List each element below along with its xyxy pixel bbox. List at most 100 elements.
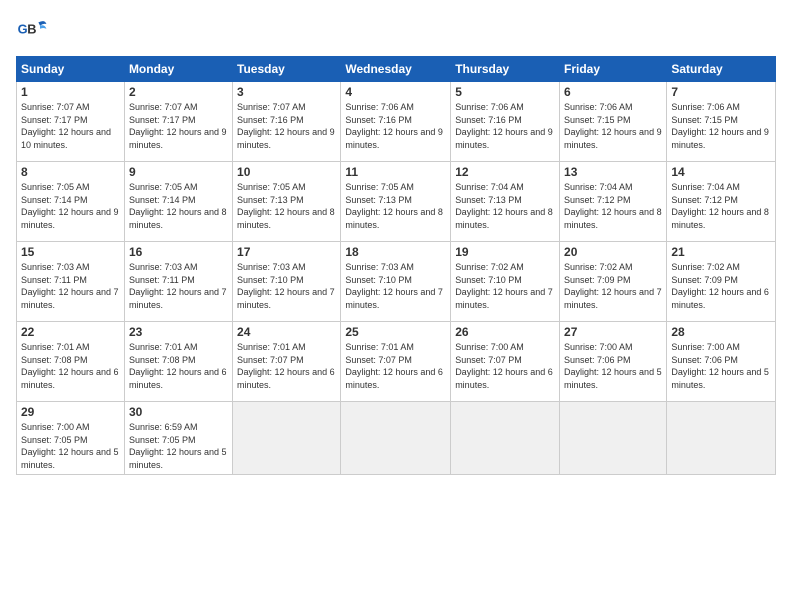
day-info: Sunrise: 7:07 AMSunset: 7:17 PMDaylight:… — [129, 101, 228, 151]
col-saturday: Saturday — [667, 57, 776, 82]
day-info: Sunrise: 7:06 AMSunset: 7:15 PMDaylight:… — [564, 101, 662, 151]
calendar-cell: 24 Sunrise: 7:01 AMSunset: 7:07 PMDayligh… — [233, 322, 341, 402]
calendar-cell: 22 Sunrise: 7:01 AMSunset: 7:08 PMDayligh… — [17, 322, 125, 402]
calendar-cell: 15 Sunrise: 7:03 AMSunset: 7:11 PMDayligh… — [17, 242, 125, 322]
calendar-cell: 7Sunrise: 7:06 AMSunset: 7:15 PMDaylight… — [667, 82, 776, 162]
day-number: 9 — [129, 165, 228, 179]
calendar-cell: 29 Sunrise: 7:00 AMSunset: 7:05 PMDayligh… — [17, 402, 125, 475]
col-friday: Friday — [560, 57, 667, 82]
header: G B — [16, 16, 776, 48]
svg-text:B: B — [27, 22, 36, 37]
calendar-week-5: 29 Sunrise: 7:00 AMSunset: 7:05 PMDayligh… — [17, 402, 776, 475]
day-number: 28 — [671, 325, 771, 339]
day-info: Sunrise: 7:04 AMSunset: 7:12 PMDaylight:… — [671, 181, 771, 231]
day-number: 11 — [345, 165, 446, 179]
day-number: 10 — [237, 165, 336, 179]
day-number: 18 — [345, 245, 446, 259]
day-info: Sunrise: 6:59 AMSunset: 7:05 PMDaylight:… — [129, 421, 228, 471]
calendar-cell: 27Sunrise: 7:00 AMSunset: 7:06 PMDayligh… — [560, 322, 667, 402]
day-number: 24 — [237, 325, 336, 339]
day-info: Sunrise: 7:06 AMSunset: 7:16 PMDaylight:… — [345, 101, 446, 151]
svg-text:G: G — [18, 22, 28, 37]
day-number: 23 — [129, 325, 228, 339]
day-info: Sunrise: 7:03 AMSunset: 7:10 PMDaylight:… — [237, 261, 336, 311]
col-thursday: Thursday — [451, 57, 560, 82]
calendar-cell: 9 Sunrise: 7:05 AMSunset: 7:14 PMDaylight… — [124, 162, 232, 242]
day-number: 22 — [21, 325, 120, 339]
calendar-cell: 6 Sunrise: 7:06 AMSunset: 7:15 PMDaylight… — [560, 82, 667, 162]
day-info: Sunrise: 7:05 AMSunset: 7:13 PMDaylight:… — [237, 181, 336, 231]
day-info: Sunrise: 7:00 AMSunset: 7:07 PMDaylight:… — [455, 341, 555, 391]
day-info: Sunrise: 7:01 AMSunset: 7:08 PMDaylight:… — [129, 341, 228, 391]
day-info: Sunrise: 7:05 AMSunset: 7:14 PMDaylight:… — [129, 181, 228, 231]
calendar-cell: 4 Sunrise: 7:06 AMSunset: 7:16 PMDaylight… — [341, 82, 451, 162]
col-sunday: Sunday — [17, 57, 125, 82]
day-number: 17 — [237, 245, 336, 259]
calendar-cell: 25Sunrise: 7:01 AMSunset: 7:07 PMDayligh… — [341, 322, 451, 402]
day-info: Sunrise: 7:05 AMSunset: 7:14 PMDaylight:… — [21, 181, 120, 231]
calendar-cell: 2 Sunrise: 7:07 AMSunset: 7:17 PMDaylight… — [124, 82, 232, 162]
col-wednesday: Wednesday — [341, 57, 451, 82]
calendar-week-3: 15 Sunrise: 7:03 AMSunset: 7:11 PMDayligh… — [17, 242, 776, 322]
day-number: 6 — [564, 85, 662, 99]
day-number: 13 — [564, 165, 662, 179]
calendar-cell — [560, 402, 667, 475]
col-tuesday: Tuesday — [233, 57, 341, 82]
day-number: 4 — [345, 85, 446, 99]
day-number: 16 — [129, 245, 228, 259]
calendar-week-4: 22 Sunrise: 7:01 AMSunset: 7:08 PMDayligh… — [17, 322, 776, 402]
day-info: Sunrise: 7:03 AMSunset: 7:10 PMDaylight:… — [345, 261, 446, 311]
day-number: 20 — [564, 245, 662, 259]
day-number: 14 — [671, 165, 771, 179]
calendar-week-2: 8Sunrise: 7:05 AMSunset: 7:14 PMDaylight… — [17, 162, 776, 242]
calendar-cell: 14 Sunrise: 7:04 AMSunset: 7:12 PMDayligh… — [667, 162, 776, 242]
calendar-cell: 23 Sunrise: 7:01 AMSunset: 7:08 PMDayligh… — [124, 322, 232, 402]
day-number: 12 — [455, 165, 555, 179]
calendar-cell — [341, 402, 451, 475]
col-monday: Monday — [124, 57, 232, 82]
calendar-cell — [667, 402, 776, 475]
calendar-cell: 21Sunrise: 7:02 AMSunset: 7:09 PMDayligh… — [667, 242, 776, 322]
calendar-cell: 1Sunrise: 7:07 AMSunset: 7:17 PMDaylight… — [17, 82, 125, 162]
calendar-cell: 26Sunrise: 7:00 AMSunset: 7:07 PMDayligh… — [451, 322, 560, 402]
calendar-cell: 20 Sunrise: 7:02 AMSunset: 7:09 PMDayligh… — [560, 242, 667, 322]
day-info: Sunrise: 7:00 AMSunset: 7:06 PMDaylight:… — [671, 341, 771, 391]
calendar-cell: 19 Sunrise: 7:02 AMSunset: 7:10 PMDayligh… — [451, 242, 560, 322]
day-info: Sunrise: 7:06 AMSunset: 7:16 PMDaylight:… — [455, 101, 555, 151]
day-info: Sunrise: 7:01 AMSunset: 7:07 PMDaylight:… — [237, 341, 336, 391]
day-info: Sunrise: 7:05 AMSunset: 7:13 PMDaylight:… — [345, 181, 446, 231]
calendar-cell: 18 Sunrise: 7:03 AMSunset: 7:10 PMDayligh… — [341, 242, 451, 322]
calendar-cell: 13Sunrise: 7:04 AMSunset: 7:12 PMDayligh… — [560, 162, 667, 242]
day-number: 15 — [21, 245, 120, 259]
day-number: 19 — [455, 245, 555, 259]
day-number: 5 — [455, 85, 555, 99]
day-number: 30 — [129, 405, 228, 419]
calendar-cell: 8Sunrise: 7:05 AMSunset: 7:14 PMDaylight… — [17, 162, 125, 242]
day-number: 3 — [237, 85, 336, 99]
calendar-cell: 5 Sunrise: 7:06 AMSunset: 7:16 PMDaylight… — [451, 82, 560, 162]
day-number: 1 — [21, 85, 120, 99]
day-info: Sunrise: 7:03 AMSunset: 7:11 PMDaylight:… — [129, 261, 228, 311]
logo-icon: G B — [16, 16, 48, 48]
logo: G B — [16, 16, 52, 48]
day-number: 29 — [21, 405, 120, 419]
calendar-cell — [451, 402, 560, 475]
calendar-cell — [233, 402, 341, 475]
main-container: G B Sunday Monday Tuesday Wednesday Th — [0, 0, 792, 485]
calendar-cell: 30 Sunrise: 6:59 AMSunset: 7:05 PMDayligh… — [124, 402, 232, 475]
calendar-cell: 28 Sunrise: 7:00 AMSunset: 7:06 PMDayligh… — [667, 322, 776, 402]
calendar-cell: 16 Sunrise: 7:03 AMSunset: 7:11 PMDayligh… — [124, 242, 232, 322]
calendar-week-1: 1 Sunrise: 7:07 AMSunset: 7:17 PMDaylight… — [17, 82, 776, 162]
day-info: Sunrise: 7:06 AMSunset: 7:15 PMDaylight:… — [671, 101, 771, 151]
day-info: Sunrise: 7:02 AMSunset: 7:09 PMDaylight:… — [564, 261, 662, 311]
day-info: Sunrise: 7:02 AMSunset: 7:10 PMDaylight:… — [455, 261, 555, 311]
day-number: 25 — [345, 325, 446, 339]
day-info: Sunrise: 7:03 AMSunset: 7:11 PMDaylight:… — [21, 261, 120, 311]
day-info: Sunrise: 7:00 AMSunset: 7:05 PMDaylight:… — [21, 421, 120, 471]
day-info: Sunrise: 7:01 AMSunset: 7:08 PMDaylight:… — [21, 341, 120, 391]
calendar-cell: 11 Sunrise: 7:05 AMSunset: 7:13 PMDayligh… — [341, 162, 451, 242]
calendar-body: 1 Sunrise: 7:07 AMSunset: 7:17 PMDaylight… — [17, 82, 776, 475]
day-info: Sunrise: 7:00 AMSunset: 7:06 PMDaylight:… — [564, 341, 662, 391]
calendar-cell: 12Sunrise: 7:04 AMSunset: 7:13 PMDayligh… — [451, 162, 560, 242]
day-number: 2 — [129, 85, 228, 99]
